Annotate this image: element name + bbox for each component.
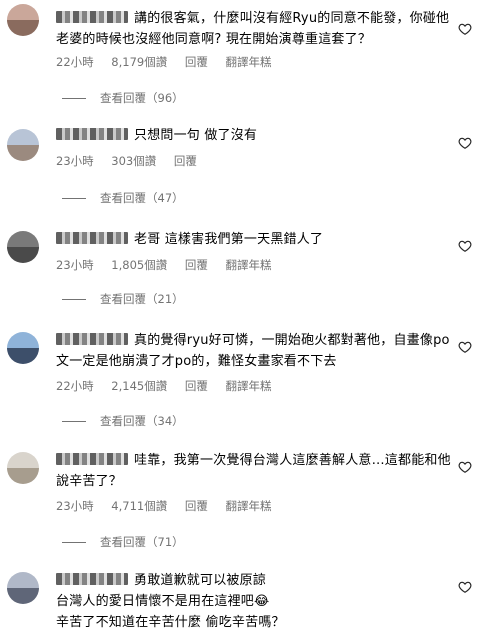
avatar[interactable] bbox=[7, 231, 39, 263]
comment-text: 勇敢道歉就可以被原諒 台灣人的愛日情懷不是用在這裡吧😂 辛苦了不知道在辛苦什麼 … bbox=[56, 570, 454, 633]
reply-button[interactable]: 回覆 bbox=[185, 378, 208, 394]
replies-divider bbox=[62, 299, 86, 300]
reply-button[interactable]: 回覆 bbox=[185, 498, 208, 514]
translate-button[interactable]: 翻譯年糕 bbox=[226, 54, 272, 70]
avatar[interactable] bbox=[7, 332, 39, 364]
comment-text-line: 辛苦了不知道在辛苦什麼 偷吃辛苦嗎？ bbox=[56, 615, 285, 630]
replies-divider bbox=[62, 421, 86, 422]
comment-text-line: 勇敢道歉就可以被原諒 bbox=[56, 570, 454, 591]
view-replies-button[interactable]: 查看回覆（71） bbox=[62, 534, 184, 550]
comment-text: 講的很客氣，什麼叫沒有經Ryu的同意不能發，你碰他老婆的時候也沒經他同意啊? 現… bbox=[56, 11, 450, 47]
comment-meta: 23小時 4,711個讚 回覆 翻譯年糕 bbox=[56, 498, 286, 514]
avatar[interactable] bbox=[7, 452, 39, 484]
heart-icon[interactable] bbox=[458, 22, 472, 36]
username-redacted[interactable] bbox=[56, 232, 128, 244]
view-replies-button[interactable]: 查看回覆（96） bbox=[62, 90, 184, 106]
avatar[interactable] bbox=[7, 129, 39, 161]
avatar[interactable] bbox=[7, 572, 39, 604]
username-redacted[interactable] bbox=[56, 11, 128, 23]
comment-meta: 23小時 1,805個讚 回覆 翻譯年糕 bbox=[56, 257, 286, 273]
username-redacted[interactable] bbox=[56, 128, 128, 140]
likes-count[interactable]: 2,145個讚 bbox=[111, 378, 167, 394]
comment-time: 23小時 bbox=[56, 154, 94, 168]
comment-text-line: 台灣人的愛日情懷不是用在這裡吧😂 bbox=[56, 594, 270, 609]
comment-text: 只想問一句 做了沒有 bbox=[56, 125, 454, 146]
username-redacted[interactable] bbox=[56, 573, 128, 585]
comment-time: 23小時 bbox=[56, 499, 94, 513]
translate-button[interactable]: 翻譯年糕 bbox=[226, 257, 272, 273]
comment-time: 22小時 bbox=[56, 55, 94, 69]
comment-meta: 22小時 8,179個讚 回覆 翻譯年糕 bbox=[56, 54, 286, 70]
likes-count[interactable]: 4,711個讚 bbox=[111, 498, 167, 514]
username-redacted[interactable] bbox=[56, 453, 128, 465]
translate-button[interactable]: 翻譯年糕 bbox=[226, 498, 272, 514]
translate-button[interactable]: 翻譯年糕 bbox=[226, 378, 272, 394]
replies-divider bbox=[62, 98, 86, 99]
heart-icon[interactable] bbox=[458, 239, 472, 253]
likes-count[interactable]: 303個讚 bbox=[111, 153, 156, 169]
view-replies-button[interactable]: 查看回覆（47） bbox=[62, 190, 184, 206]
reply-button[interactable]: 回覆 bbox=[185, 54, 208, 70]
view-replies-button[interactable]: 查看回覆（34） bbox=[62, 413, 184, 429]
comment-time: 23小時 bbox=[56, 258, 94, 272]
comment-meta: 22小時 2,145個讚 回覆 翻譯年糕 bbox=[56, 378, 286, 394]
likes-count[interactable]: 8,179個讚 bbox=[111, 54, 167, 70]
heart-icon[interactable] bbox=[458, 580, 472, 594]
heart-icon[interactable] bbox=[458, 136, 472, 150]
comment-time: 22小時 bbox=[56, 379, 94, 393]
heart-icon[interactable] bbox=[458, 340, 472, 354]
comment-text: 真的覺得ryu好可憐，一開始砲火都對著他，自畫像po文一定是他崩潰了才po的，難… bbox=[56, 333, 450, 369]
likes-count[interactable]: 1,805個讚 bbox=[111, 257, 167, 273]
replies-divider bbox=[62, 198, 86, 199]
view-replies-button[interactable]: 查看回覆（21） bbox=[62, 291, 184, 307]
comment-text: 哇靠，我第一次覺得台灣人這麼善解人意…這都能和他說辛苦了？ bbox=[56, 453, 451, 489]
comment-text: 老哥 這樣害我們第一天黑錯人了 bbox=[56, 229, 454, 250]
heart-icon[interactable] bbox=[458, 460, 472, 474]
username-redacted[interactable] bbox=[56, 333, 128, 345]
reply-button[interactable]: 回覆 bbox=[174, 153, 197, 169]
comment-meta: 23小時 303個讚 回覆 bbox=[56, 153, 211, 169]
reply-button[interactable]: 回覆 bbox=[185, 257, 208, 273]
replies-divider bbox=[62, 542, 86, 543]
avatar[interactable] bbox=[7, 4, 39, 36]
